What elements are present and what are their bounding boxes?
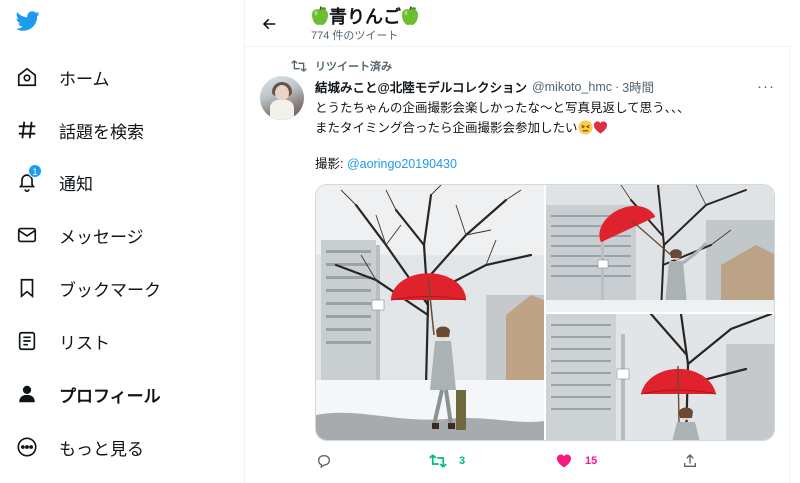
sidebar-item-label: もっと見る	[59, 439, 144, 459]
share-button[interactable]	[681, 452, 699, 470]
sidebar-item-notifications[interactable]: 1 通知	[14, 162, 93, 202]
tweet-text-line: またタイミング合ったら企画撮影会参加したい	[315, 121, 578, 135]
avatar[interactable]	[260, 76, 304, 120]
page-title: 青りんご	[311, 3, 419, 29]
credit-label: 撮影:	[315, 157, 347, 171]
tweet-text-line: とうたちゃんの企画撮影会楽しかったな〜と写真見返して思う、、、	[315, 101, 690, 115]
retweet-indicator: リツイート済み	[291, 58, 392, 74]
red-heart-icon	[593, 120, 608, 135]
sidebar-item-messages[interactable]: メッセージ	[14, 215, 144, 255]
home-icon	[14, 64, 40, 90]
media-grid	[315, 184, 775, 441]
reply-icon	[315, 452, 333, 470]
tweet-count: 774 件のツイート	[311, 30, 399, 42]
sidebar-item-label: 通知	[59, 174, 93, 194]
sidebar: ホーム 話題を検索 1 通知 メッセージ ブックマーク リスト プロフィール も…	[0, 0, 244, 483]
mention-link[interactable]: @aoringo20190430	[347, 157, 457, 171]
back-button[interactable]	[258, 12, 282, 36]
sidebar-item-label: プロフィール	[59, 386, 161, 406]
author-name[interactable]: 結城みこと@北陸モデルコレクション	[315, 77, 527, 96]
sidebar-item-label: 話題を検索	[59, 122, 144, 142]
tweet-photo-2[interactable]	[546, 185, 774, 312]
tweet-actions: 3 15	[315, 452, 775, 474]
tweet-header: 結城みこと@北陸モデルコレクション @mikoto_hmc · 3時間	[315, 77, 654, 96]
retweet-count: 3	[459, 455, 466, 467]
photo-credit: 撮影: @aoringo20190430	[315, 153, 457, 172]
bell-icon: 1	[14, 164, 42, 195]
retweet-label: リツイート済み	[315, 61, 392, 73]
author-handle[interactable]: @mikoto_hmc	[532, 80, 612, 94]
mail-icon	[14, 222, 40, 248]
more-circle-icon	[14, 434, 40, 460]
retweet-icon	[429, 452, 447, 470]
green-apple-icon	[311, 6, 329, 26]
tweet-text-line-2: またタイミング合ったら企画撮影会参加したい	[315, 118, 690, 138]
sidebar-item-label: ホーム	[59, 69, 110, 89]
like-count: 15	[585, 455, 598, 467]
twitter-bird-icon[interactable]	[14, 9, 42, 37]
sidebar-item-label: リスト	[59, 333, 110, 353]
heart-icon	[555, 452, 573, 470]
retweet-icon	[291, 60, 307, 72]
tweet-photo-3[interactable]	[546, 314, 774, 440]
bookmark-icon	[14, 275, 40, 301]
like-button[interactable]: 15	[555, 452, 597, 470]
notification-badge: 1	[28, 164, 42, 178]
sidebar-item-home[interactable]: ホーム	[14, 57, 110, 97]
tweet-text: とうたちゃんの企画撮影会楽しかったな〜と写真見返して思う、、、 またタイミング合…	[315, 98, 690, 138]
separator: ·	[615, 79, 620, 94]
sidebar-item-more[interactable]: もっと見る	[14, 427, 144, 467]
reply-button[interactable]	[315, 452, 345, 470]
tweet-timestamp[interactable]: 3時間	[622, 77, 654, 96]
person-icon	[14, 381, 40, 407]
sidebar-item-profile[interactable]: プロフィール	[14, 374, 161, 414]
list-icon	[14, 328, 40, 354]
retweet-button[interactable]: 3	[429, 452, 465, 470]
tweet-photo-1[interactable]	[316, 185, 544, 440]
more-options-button[interactable]: ···	[757, 78, 775, 95]
persevering-face-icon	[577, 120, 593, 135]
share-icon	[681, 452, 699, 470]
profile-display-name: 青りんご	[329, 7, 401, 27]
main-column: 青りんご 774 件のツイート リツイート済み 結城みこと@北陸モデルコレクショ…	[244, 0, 791, 483]
green-apple-icon	[401, 6, 419, 26]
sidebar-item-explore[interactable]: 話題を検索	[14, 110, 144, 150]
sidebar-item-label: ブックマーク	[59, 280, 161, 300]
sidebar-item-bookmarks[interactable]: ブックマーク	[14, 268, 161, 308]
tweet[interactable]: リツイート済み 結城みこと@北陸モデルコレクション @mikoto_hmc · …	[245, 48, 791, 483]
sidebar-item-label: メッセージ	[59, 227, 144, 247]
hashtag-icon	[14, 117, 40, 143]
profile-header: 青りんご 774 件のツイート	[245, 0, 791, 47]
arrow-left-icon	[262, 18, 276, 30]
sidebar-item-lists[interactable]: リスト	[14, 321, 110, 361]
